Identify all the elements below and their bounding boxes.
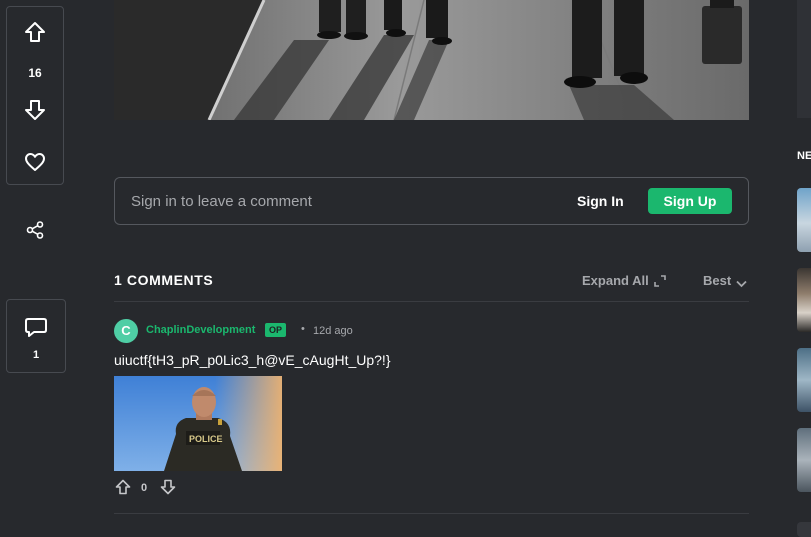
sidebar-thumbnail[interactable]	[797, 188, 811, 252]
comment-text: uiuctf{tH3_pR_p0Lic3_h@vE_cAugHt_Up?!}	[114, 352, 391, 368]
comment-count-button[interactable]: 1	[6, 299, 66, 373]
chevron-down-icon[interactable]	[736, 275, 747, 293]
page: 16 1 Sign in to leave a comment Sign In …	[0, 0, 811, 537]
comments-header: 1 COMMENTS Expand All Best	[114, 264, 749, 302]
comment-timestamp: 12d ago	[313, 325, 353, 337]
police-vest-text: POLICE	[189, 434, 223, 444]
op-badge: OP	[265, 323, 287, 337]
comment-vote-count: 0	[141, 482, 148, 494]
sidebar-thumbnail[interactable]	[797, 348, 811, 412]
heart-icon[interactable]	[24, 152, 46, 177]
sidebar-thumbnail[interactable]	[797, 522, 811, 537]
expand-icon[interactable]	[654, 274, 666, 292]
separator-dot: •	[301, 323, 305, 335]
signup-button[interactable]: Sign Up	[648, 188, 732, 214]
signin-prompt[interactable]: Sign in to leave a comment	[131, 193, 312, 210]
comment-image[interactable]: POLICE	[114, 376, 282, 471]
sort-dropdown[interactable]: Best	[703, 273, 731, 288]
signin-button[interactable]: Sign In	[577, 193, 624, 209]
comments-title: 1 COMMENTS	[114, 272, 214, 288]
sidebar-thumbnail[interactable]	[797, 428, 811, 492]
comment-count: 1	[32, 349, 40, 361]
comment-bubble-icon	[24, 315, 48, 344]
comment-downvote-icon[interactable]	[160, 479, 176, 500]
avatar[interactable]: C	[114, 319, 138, 343]
right-sidebar: NE	[797, 0, 811, 537]
comment-item: C ChaplinDevelopment OP • 12d ago uiuctf…	[114, 318, 749, 514]
post-vote-panel: 16	[6, 6, 64, 185]
share-icon[interactable]	[25, 220, 45, 245]
post-vote-count: 16	[28, 66, 42, 80]
comment-signin-bar: Sign in to leave a comment Sign In Sign …	[114, 177, 749, 225]
expand-all-button[interactable]: Expand All	[582, 273, 649, 288]
post-image	[114, 0, 749, 120]
upvote-arrow-icon[interactable]	[24, 21, 46, 48]
comment-author[interactable]: ChaplinDevelopment	[146, 324, 255, 336]
downvote-arrow-icon[interactable]	[24, 99, 46, 126]
comment-divider	[114, 513, 749, 514]
comment-upvote-icon[interactable]	[115, 479, 131, 500]
sidebar-thumbnail[interactable]	[797, 268, 811, 332]
sidebar-heading: NE	[797, 150, 811, 162]
sidebar-top-block	[797, 0, 811, 118]
